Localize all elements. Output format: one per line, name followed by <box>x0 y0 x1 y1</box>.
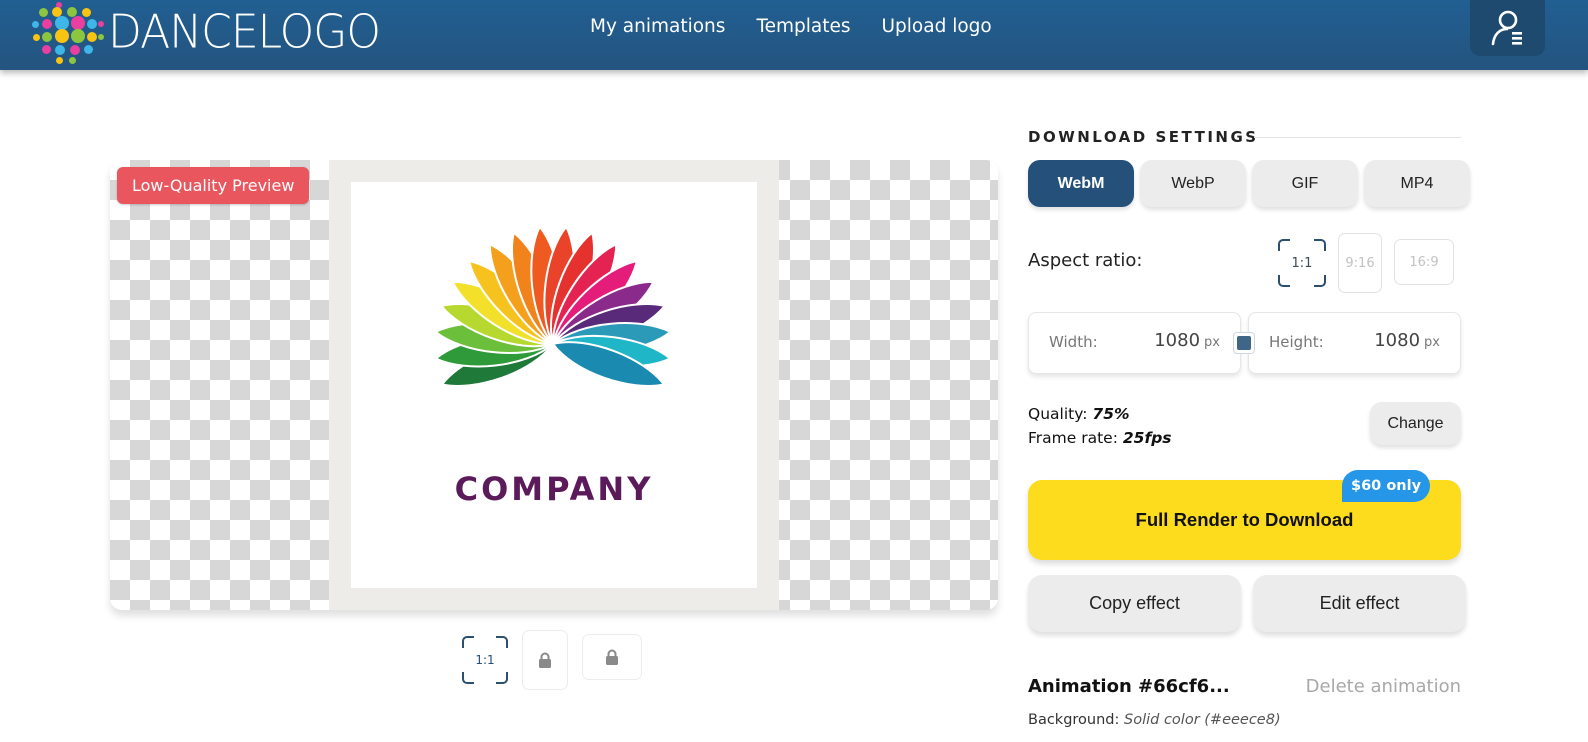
format-webp-button[interactable]: WebP <box>1140 160 1246 207</box>
width-unit: px <box>1204 335 1220 350</box>
user-menu-icon <box>1491 10 1522 46</box>
logo-company-text: COMPANY <box>454 470 654 508</box>
dimensions-row: Width: 1080 px Height: 1080 px <box>1028 312 1461 374</box>
format-webm-button[interactable]: WebM <box>1028 160 1134 207</box>
company-logo-flower-icon <box>433 224 673 387</box>
lock-icon <box>606 649 618 665</box>
main-nav: My animations Templates Upload logo <box>590 14 992 40</box>
aspect-lock-toggle[interactable] <box>1233 332 1255 354</box>
section-title: DOWNLOAD SETTINGS <box>1028 128 1259 146</box>
aspect-label: 1:1 <box>1291 255 1313 271</box>
height-field[interactable]: Height: 1080 px <box>1248 312 1461 374</box>
height-value: 1080 <box>1374 330 1421 351</box>
framerate-label: Frame rate: <box>1028 429 1118 447</box>
aspect-ratio-label: Aspect ratio: <box>1028 250 1143 271</box>
nav-upload-logo[interactable]: Upload logo <box>882 14 992 40</box>
preview-canvas: COMPANY <box>351 182 757 588</box>
nav-my-animations[interactable]: My animations <box>590 14 725 40</box>
quality-info: Quality: 75% Frame rate: 25fps <box>1028 402 1172 450</box>
low-quality-badge: Low-Quality Preview <box>117 167 310 204</box>
aspect-label: 16:9 <box>1409 254 1439 270</box>
preview-background-frame: COMPANY <box>329 160 779 610</box>
quality-value: 75% <box>1092 405 1130 423</box>
aspect-label: 9:16 <box>1345 255 1375 271</box>
background-info: Background: Solid color (#eeece8) <box>1028 712 1281 728</box>
logo-dots-icon <box>30 2 104 64</box>
framerate-value: 25fps <box>1122 429 1172 447</box>
lock-icon <box>539 652 551 668</box>
format-gif-button[interactable]: GIF <box>1252 160 1358 207</box>
logo-text: DANCELOGO <box>108 5 381 60</box>
preview-ratio-1-1[interactable]: 1:1 <box>462 630 508 684</box>
background-value: Solid color (#eeece8) <box>1124 712 1281 728</box>
nav-templates[interactable]: Templates <box>756 14 850 40</box>
preview-ratio-selector: 1:1 <box>462 630 642 690</box>
animation-preview: Low-Quality Preview COMPANY <box>110 160 998 610</box>
width-field[interactable]: Width: 1080 px <box>1028 312 1241 374</box>
aspect-ratio-options: 1:1 9:16 16:9 <box>1278 233 1454 293</box>
width-value: 1080 <box>1154 330 1201 351</box>
lock-square-icon <box>1237 336 1251 350</box>
delete-animation-link[interactable]: Delete animation <box>1306 676 1461 697</box>
background-label: Background: <box>1028 712 1120 728</box>
height-label: Height: <box>1269 333 1324 351</box>
height-unit: px <box>1424 335 1440 350</box>
effect-actions: Copy effect Edit effect <box>1028 575 1466 632</box>
aspect-16-9-option[interactable]: 16:9 <box>1394 239 1454 285</box>
dancelogo-logo[interactable]: DANCELOGO <box>30 2 381 64</box>
width-label: Width: <box>1049 333 1098 351</box>
ratio-label: 1:1 <box>475 653 495 667</box>
quality-label: Quality: <box>1028 405 1088 423</box>
aspect-9-16-option[interactable]: 9:16 <box>1338 233 1382 293</box>
copy-effect-button[interactable]: Copy effect <box>1028 575 1241 632</box>
change-quality-button[interactable]: Change <box>1370 402 1461 445</box>
user-menu-button[interactable] <box>1470 0 1545 56</box>
format-selector: WebM WebP GIF MP4 <box>1028 160 1470 207</box>
top-navbar: DANCELOGO My animations Templates Upload… <box>0 0 1588 70</box>
format-mp4-button[interactable]: MP4 <box>1364 160 1470 207</box>
animation-id: Animation #66cf6... <box>1028 676 1230 697</box>
section-divider <box>1254 137 1461 138</box>
preview-ratio-9-16-locked[interactable] <box>522 630 568 690</box>
price-badge: $60 only <box>1342 470 1431 502</box>
preview-ratio-16-9-locked[interactable] <box>582 634 642 680</box>
aspect-1-1-option[interactable]: 1:1 <box>1278 233 1326 287</box>
edit-effect-button[interactable]: Edit effect <box>1253 575 1466 632</box>
